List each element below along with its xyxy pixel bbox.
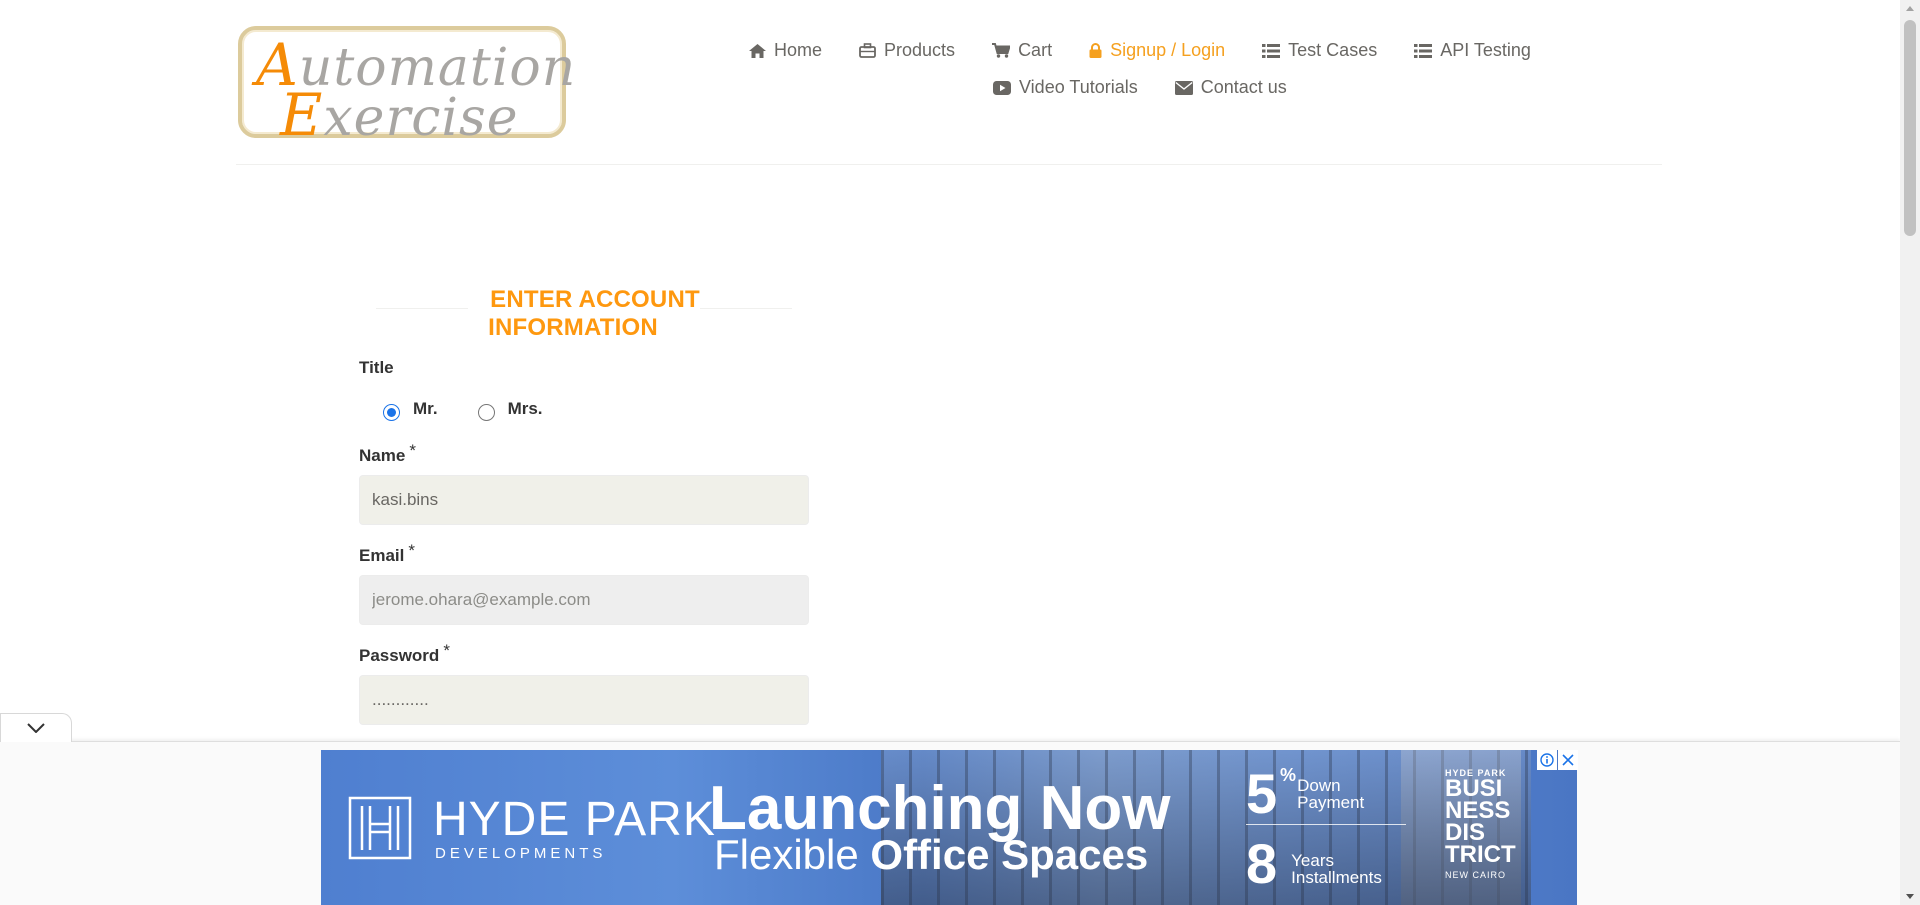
envelope-icon (1174, 80, 1193, 95)
email-label: Email * (359, 541, 415, 565)
scroll-down-arrow[interactable] (1900, 888, 1920, 905)
header-divider (236, 164, 1662, 165)
ad-close-button[interactable] (1558, 750, 1578, 770)
radio-mr-label: Mr. (413, 399, 438, 418)
nav-signup-login[interactable]: Signup / Login (1089, 40, 1225, 61)
title-radio-group: Mr. Mrs. (383, 399, 583, 421)
required-marker: * (408, 541, 415, 560)
cart-icon (992, 43, 1011, 58)
lock-icon (1089, 43, 1102, 58)
required-marker: * (409, 441, 416, 460)
nav-video-tutorials[interactable]: Video Tutorials (993, 77, 1138, 98)
scroll-up-arrow[interactable] (1900, 0, 1920, 17)
ad-info-button[interactable] (1537, 750, 1557, 770)
ad-collapse-toggle[interactable] (0, 713, 72, 742)
radio-mrs-label: Mrs. (507, 399, 543, 418)
site-logo[interactable]: Automation Exercise (238, 26, 575, 144)
ad-banner[interactable]: HYDE PARK DEVELOPMENTS Launching Now Fle… (321, 750, 1577, 905)
ad-stat-divider (1246, 824, 1406, 825)
nav-api-testing[interactable]: API Testing (1414, 40, 1531, 61)
ad-controls (1536, 750, 1578, 770)
nav-test-cases[interactable]: Test Cases (1262, 40, 1377, 61)
radio-mr[interactable] (383, 403, 400, 421)
home-icon (749, 43, 766, 58)
title-option-mr[interactable]: Mr. (383, 399, 438, 421)
ad-brand-name: HYDE PARK (433, 793, 716, 846)
nav-contact-us[interactable]: Contact us (1174, 77, 1287, 98)
ad-brand-sub: DEVELOPMENTS (435, 845, 607, 862)
password-field[interactable] (359, 675, 809, 725)
ad-subline: Flexible Office Spaces (714, 831, 1149, 878)
list-icon (1262, 43, 1281, 58)
youtube-play-icon (993, 80, 1011, 95)
info-icon (1540, 753, 1554, 767)
scroll-up-icon (1906, 6, 1914, 11)
name-field[interactable] (359, 475, 809, 525)
nav-cart[interactable]: Cart (992, 40, 1052, 61)
nav-products[interactable]: Products (859, 40, 955, 61)
ad-stat-down-payment: 5% Down Payment (1246, 762, 1365, 825)
title-option-mrs[interactable]: Mrs. (477, 399, 543, 421)
radio-mrs[interactable] (477, 403, 495, 421)
briefcase-icon (859, 43, 876, 58)
ad-stat-installments: 8 Years Installments (1246, 832, 1382, 895)
site-header: Automation Exercise Home Products Cart S… (0, 0, 1900, 166)
logo-line-2: Exercise (280, 81, 519, 149)
account-info-heading: ENTER ACCOUNT INFORMATION (376, 286, 792, 342)
chevron-down-icon (27, 723, 45, 733)
close-icon (1562, 754, 1574, 766)
page-scrollbar[interactable] (1900, 0, 1920, 905)
name-label: Name * (359, 441, 416, 465)
email-field[interactable] (359, 575, 809, 625)
scroll-down-icon (1906, 894, 1914, 899)
hyde-park-logo-icon (348, 796, 412, 860)
title-label: Title (359, 358, 394, 377)
ad-business-district: HYDE PARK BUSI NESS DIS TRICT NEW CAIRO (1445, 768, 1516, 880)
scroll-thumb[interactable] (1904, 20, 1916, 236)
main-nav-row-1: Home Products Cart Signup / Login Test C… (749, 40, 1531, 61)
list-icon (1414, 43, 1433, 58)
password-label: Password * (359, 641, 450, 665)
nav-home[interactable]: Home (749, 40, 822, 61)
main-nav-row-2: Video Tutorials Contact us (993, 77, 1287, 98)
required-marker: * (443, 641, 450, 660)
